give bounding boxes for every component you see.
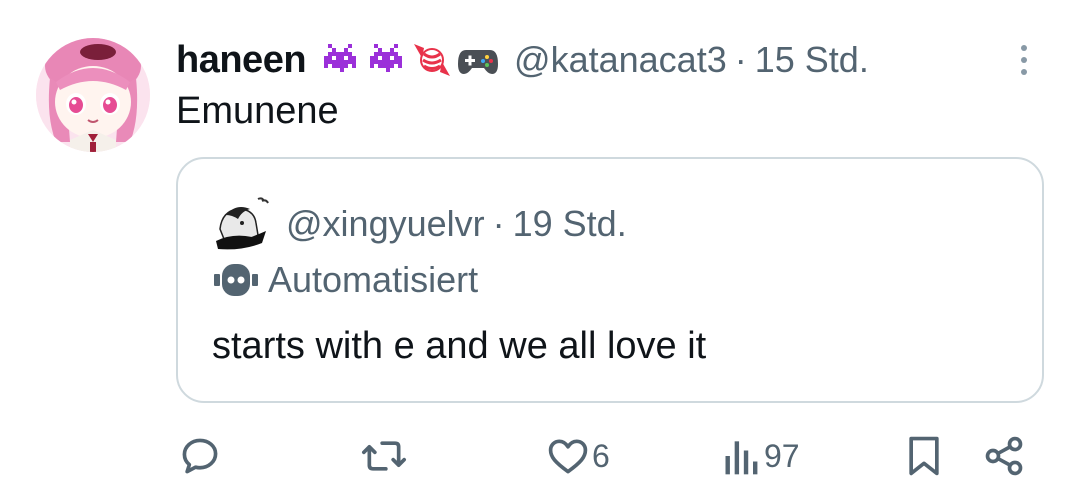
more-options-button[interactable] — [1010, 40, 1038, 80]
robot-icon — [214, 264, 258, 296]
post-action-bar: 6 97 — [176, 434, 1036, 480]
repost-icon — [362, 441, 406, 471]
quoted-post-header: @xingyuelvr · 19 Std. — [212, 195, 627, 253]
views-count: 97 — [764, 437, 800, 474]
quoted-post-timestamp[interactable]: 19 Std. — [513, 203, 627, 245]
author-avatar[interactable] — [36, 38, 150, 152]
post-header: haneen @katanacat3 · 15 Std. — [176, 36, 869, 84]
quoted-author-avatar[interactable] — [212, 195, 270, 253]
more-dot-icon — [1021, 69, 1027, 75]
more-dot-icon — [1021, 57, 1027, 63]
more-dot-icon — [1021, 45, 1027, 51]
quoted-post[interactable]: @xingyuelvr · 19 Std. Automatisiert star… — [176, 157, 1044, 403]
share-icon — [985, 436, 1023, 476]
candy-icon — [414, 44, 451, 76]
anime-girl-avatar-icon — [36, 38, 150, 152]
automated-account-label: Automatisiert — [212, 259, 478, 301]
repost-button[interactable] — [360, 434, 410, 478]
post-timestamp[interactable]: 15 Std. — [755, 39, 869, 81]
views-button[interactable]: 97 — [722, 434, 800, 478]
game-controller-icon — [458, 50, 499, 74]
purple-invader-icon — [324, 44, 357, 72]
author-display-name[interactable]: haneen — [176, 39, 307, 82]
like-button[interactable]: 6 — [546, 434, 610, 478]
analytics-icon — [725, 441, 758, 475]
quoted-author-handle[interactable]: @xingyuelvr — [286, 203, 485, 245]
like-count: 6 — [592, 437, 610, 474]
author-emoji-row — [318, 38, 500, 82]
quoted-post-text: starts with e and we all love it — [212, 325, 707, 367]
author-handle[interactable]: @katanacat3 — [514, 39, 727, 81]
reply-icon — [182, 438, 218, 474]
quoted-header-separator: · — [492, 203, 505, 244]
post-text: Emunene — [176, 90, 339, 132]
reply-button[interactable] — [178, 434, 224, 478]
purple-invader-icon — [370, 44, 403, 72]
share-button[interactable] — [982, 434, 1026, 478]
bookmark-icon — [909, 436, 939, 476]
heart-icon — [548, 439, 588, 474]
automated-label-text: Automatisiert — [268, 259, 479, 300]
header-separator: · — [734, 39, 747, 80]
post[interactable]: haneen @katanacat3 · 15 Std. Emunene @xi… — [0, 0, 1069, 483]
bookmark-button[interactable] — [904, 434, 944, 478]
